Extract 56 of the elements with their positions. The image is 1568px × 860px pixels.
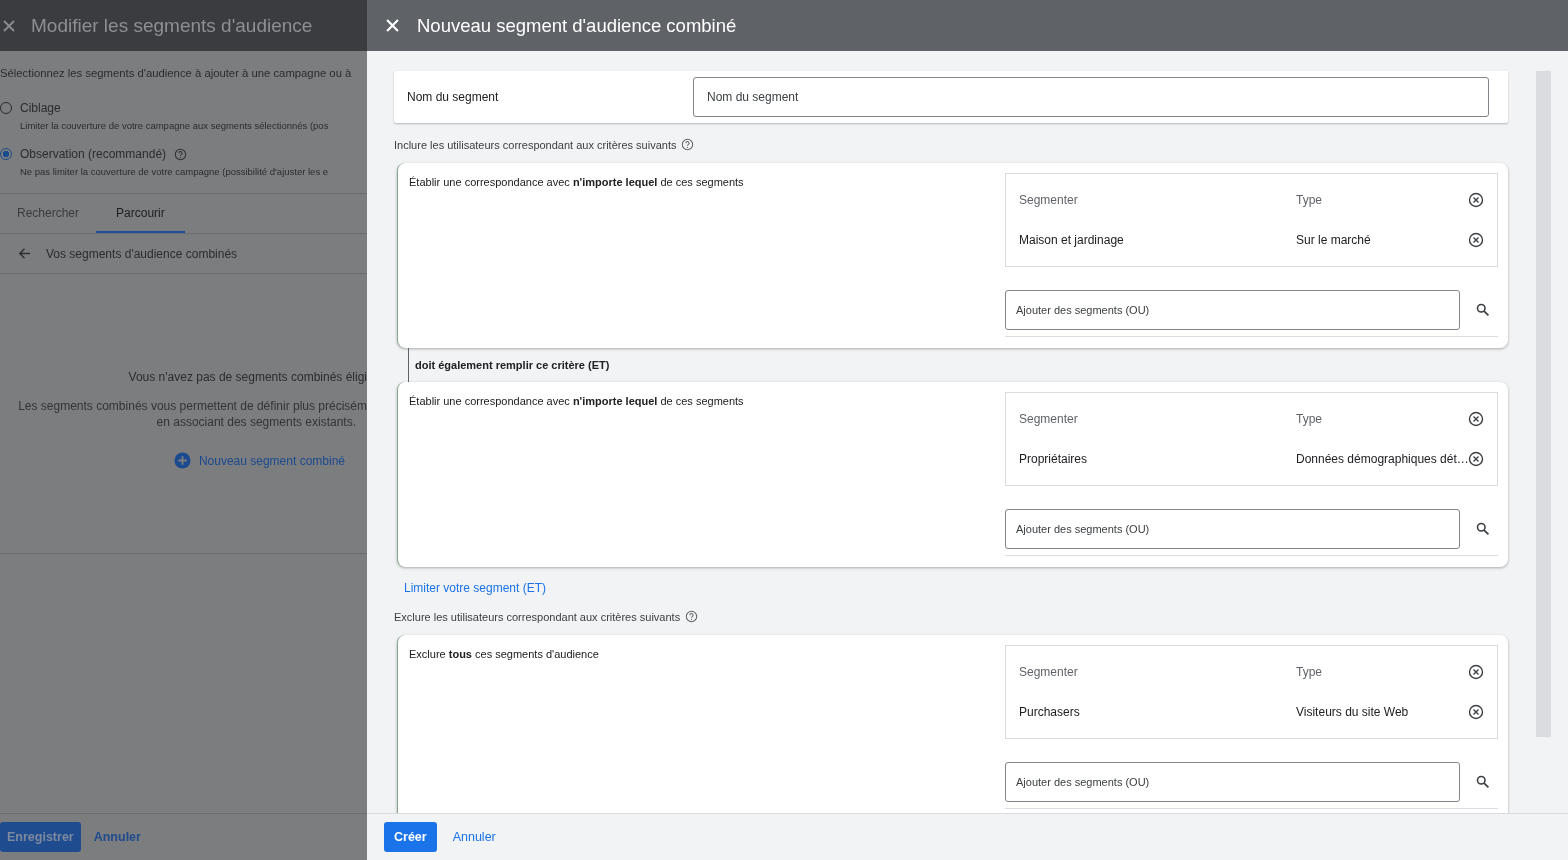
- segment-name-field[interactable]: Nom du segment: [693, 77, 1489, 117]
- add-segments-field[interactable]: Ajouter des segments (OU): [1005, 509, 1460, 549]
- remove-icon[interactable]: [1468, 451, 1484, 467]
- match-rule-text: Établir une correspondance avec n'importe lequel de ces segments: [409, 394, 744, 409]
- remove-icon[interactable]: [1468, 411, 1484, 427]
- create-button[interactable]: Créer: [384, 822, 437, 852]
- breadcrumb-title: Vos segments d'audience combinés: [46, 246, 238, 261]
- field-label: Nom du segment: [406, 90, 500, 104]
- add-segments-field[interactable]: Ajouter des segments (OU): [1005, 290, 1460, 330]
- segment-type-cell-text: Sur le marché: [1296, 233, 1372, 247]
- narrow-segment-link[interactable]: Limiter votre segment (ET): [404, 581, 547, 595]
- new-combined-segment-link[interactable]: Nouveau segment combiné: [198, 453, 345, 468]
- and-connector-text: doit également remplir ce critère (ET): [415, 359, 610, 371]
- remove-icon[interactable]: [1468, 232, 1484, 248]
- column-header: Segmenter: [1019, 412, 1079, 426]
- help-icon[interactable]: [681, 138, 695, 151]
- section-heading: Inclure les utilisateurs correspondant aux critères suivants: [394, 138, 677, 151]
- column-header: Type: [1296, 665, 1323, 679]
- cancel-button[interactable]: Annuler: [442, 822, 506, 852]
- tab[interactable]: Parcourir: [96, 194, 185, 233]
- segment-name-cell-text: Maison et jardinage: [1019, 233, 1125, 247]
- search-icon[interactable]: [1476, 775, 1490, 789]
- option-label: Ciblage: [20, 101, 61, 115]
- remove-icon[interactable]: [1468, 192, 1484, 208]
- column-header: Segmenter: [1019, 193, 1079, 207]
- match-rule-text: Établir une correspondance avec n'importe lequel de ces segments: [409, 175, 744, 190]
- dialog-title: Nouveau segment d'audience combiné: [417, 14, 737, 37]
- search-icon[interactable]: [1476, 522, 1490, 536]
- panel-title: Modifier les segments d'audience: [31, 14, 313, 37]
- match-rule-text: Exclure tous ces segments d'audience: [409, 647, 599, 662]
- segment-name-cell-text: Propriétaires: [1019, 452, 1089, 466]
- close-icon[interactable]: [3, 19, 15, 32]
- column-header: Segmenter: [1019, 665, 1079, 679]
- segment-name-cell-text: Purchasers: [1019, 705, 1081, 719]
- remove-icon[interactable]: [1468, 704, 1484, 720]
- option-label: Observation (recommandé): [20, 147, 167, 161]
- section-heading: Exclure les utilisateurs correspondant aux critères suivants: [394, 610, 681, 623]
- cancel-button[interactable]: Annuler: [86, 822, 148, 852]
- search-icon[interactable]: [1476, 303, 1490, 317]
- help-icon[interactable]: [685, 610, 699, 623]
- remove-icon[interactable]: [1468, 664, 1484, 680]
- segment-type-cell-text: Visiteurs du site Web: [1296, 705, 1410, 719]
- back-arrow-icon[interactable]: [17, 246, 32, 261]
- column-header: Type: [1296, 412, 1323, 426]
- radio-button[interactable]: [0, 148, 12, 160]
- empty-state-text: en associant des segments existants.: [156, 414, 357, 430]
- empty-state-title: Vous n'avez pas de segments combinés éligi: [128, 370, 367, 384]
- add-segments-field[interactable]: Ajouter des segments (OU): [1005, 762, 1460, 802]
- column-header: Type: [1296, 193, 1323, 207]
- option-description: Ne pas limiter la couverture de votre campagne (possibilité d'ajuster les e: [20, 166, 329, 177]
- tab[interactable]: Rechercher: [0, 194, 97, 233]
- save-button[interactable]: Enregistrer: [0, 822, 81, 852]
- option-description: Limiter la couverture de votre campagne aux segments sélectionnés (pos: [20, 120, 329, 131]
- help-icon[interactable]: [174, 147, 188, 161]
- intro-text: Sélectionnez les segments d'audience à ajouter à une campagne ou à: [0, 67, 353, 79]
- empty-state-text: Les segments combinés vous permettent de définir plus précisém: [18, 398, 367, 414]
